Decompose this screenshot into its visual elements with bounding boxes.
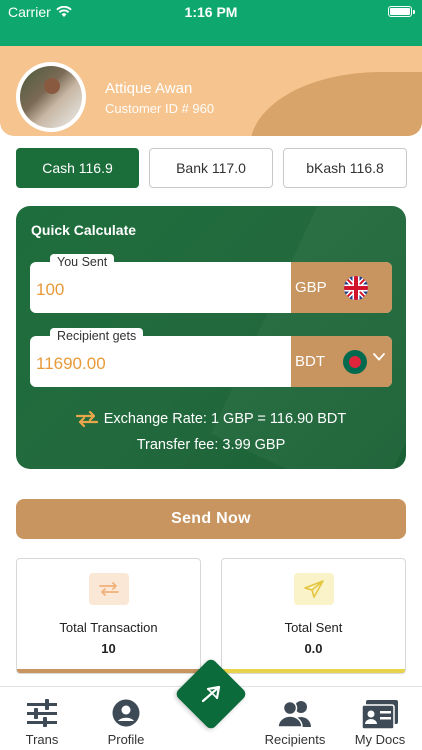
total-transaction-accent	[17, 669, 200, 673]
you-sent-field[interactable]: You Sent 100 GBP	[30, 254, 392, 313]
recipient-gets-input[interactable]: 11690.00	[36, 354, 106, 374]
you-sent-input[interactable]: 100	[36, 280, 64, 300]
transfer-fee-text: Transfer fee: 3.99 GBP	[136, 437, 286, 453]
nav-recipients-label: Recipients	[264, 732, 326, 747]
profile-header: Attique Awan Customer ID # 960	[0, 46, 422, 136]
send-currency-code: GBP	[295, 279, 327, 296]
receive-currency-code: BDT	[295, 353, 325, 370]
you-sent-label: You Sent	[50, 254, 115, 270]
nav-my-docs[interactable]: My Docs	[335, 687, 422, 750]
send-now-button[interactable]: Send Now	[16, 499, 406, 539]
chevron-down-icon[interactable]	[372, 350, 386, 364]
customer-id: Customer ID # 960	[105, 101, 215, 116]
status-time: 1:16 PM	[184, 4, 238, 20]
tab-cash[interactable]: Cash 116.9	[16, 148, 139, 188]
nav-my-docs-label: My Docs	[354, 732, 406, 747]
recipient-gets-field[interactable]: Recipient gets 11690.00 BDT	[30, 328, 392, 387]
total-sent-card[interactable]: Total Sent 0.0	[221, 558, 406, 674]
total-transaction-card[interactable]: Total Transaction 10	[16, 558, 201, 674]
customer-name: Attique Awan	[105, 80, 193, 97]
recipient-gets-label: Recipient gets	[50, 328, 144, 344]
exchange-rate-row: Exchange Rate: 1 GBP = 116.90 BDT	[16, 411, 406, 427]
nav-profile[interactable]: Profile	[81, 687, 171, 750]
paper-plane-icon	[294, 573, 334, 605]
tab-bank[interactable]: Bank 117.0	[149, 148, 273, 188]
avatar[interactable]	[16, 62, 86, 132]
total-transaction-value: 10	[101, 641, 116, 656]
uk-flag-icon	[344, 276, 368, 300]
send-arrow-icon	[201, 685, 221, 703]
tab-bkash[interactable]: bKash 116.8	[283, 148, 407, 188]
id-card-icon	[361, 700, 398, 730]
total-sent-value: 0.0	[304, 641, 323, 656]
send-currency-selector[interactable]: GBP	[291, 262, 392, 313]
nav-trans-label: Trans	[25, 732, 59, 747]
receive-currency-selector[interactable]: BDT	[291, 336, 392, 387]
user-circle-icon	[112, 699, 140, 727]
nav-trans[interactable]: Trans	[0, 687, 87, 750]
total-sent-label: Total Sent	[284, 620, 343, 635]
header-decoration	[250, 72, 422, 136]
exchange-rate-text: Exchange Rate: 1 GBP = 116.90 BDT	[103, 411, 347, 427]
total-sent-accent	[222, 669, 405, 673]
exchange-arrows-icon	[89, 573, 129, 605]
battery-icon	[388, 6, 415, 17]
nav-recipients[interactable]: Recipients	[250, 687, 340, 750]
sliders-icon	[27, 699, 57, 727]
calc-title: Quick Calculate	[31, 222, 137, 238]
status-bar: Carrier 1:16 PM	[0, 0, 422, 46]
bangladesh-flag-icon	[343, 350, 367, 374]
quick-calculate-card: Quick Calculate You Sent 100 GBP Recipie…	[16, 206, 406, 469]
total-transaction-label: Total Transaction	[59, 620, 158, 635]
people-icon	[277, 700, 311, 727]
swap-arrows-icon	[75, 411, 98, 427]
nav-profile-label: Profile	[107, 732, 145, 747]
